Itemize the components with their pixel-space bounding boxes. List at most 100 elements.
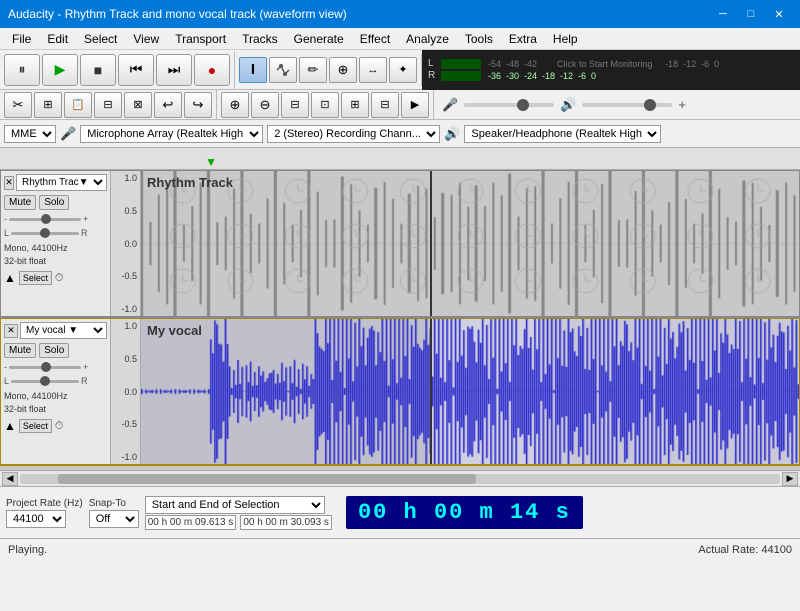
copy-button[interactable]: ⊞ (34, 92, 62, 118)
project-rate-select[interactable]: 44100 (6, 510, 66, 528)
sel-end-field[interactable]: 00 h 00 m 30.093 s (240, 515, 332, 530)
vocal-pan-l: L (4, 376, 9, 386)
meter-section: L -54 -48 -42 Click to Start Monitoring … (422, 50, 800, 90)
menu-effect[interactable]: Effect (352, 28, 398, 50)
timeshift-tool[interactable]: ↔ (359, 57, 387, 83)
project-rate-label: Project Rate (Hz) (6, 498, 83, 509)
zoom-fit-h-button[interactable]: ⊞ (341, 92, 369, 118)
zoom-toggle-button[interactable]: ▶ (401, 92, 429, 118)
pause-button[interactable]: ⏸ (4, 54, 40, 86)
timeline-ruler: ▼ 0 15 30 ▼ ▼ (0, 148, 800, 170)
menu-analyze[interactable]: Analyze (398, 28, 457, 50)
output-device-dropdown[interactable]: Speaker/Headphone (Realtek High (464, 125, 661, 143)
multi-tool[interactable]: ✦ (389, 57, 417, 83)
menu-tools[interactable]: Tools (457, 28, 501, 50)
menu-bar: File Edit Select View Transport Tracks G… (0, 28, 800, 50)
host-dropdown[interactable]: MME (4, 125, 56, 143)
menu-edit[interactable]: Edit (39, 28, 76, 50)
record-button[interactable]: ● (194, 54, 230, 86)
rhythm-solo-button[interactable]: Solo (39, 195, 69, 210)
speaker-icon: 🔊 (560, 97, 576, 113)
close-button[interactable]: ✕ (766, 4, 792, 24)
vocal-pan-row: L R (4, 376, 107, 386)
rhythm-time-icon[interactable]: ⏱ (55, 272, 64, 285)
zoom-in-button[interactable]: ⊕ (221, 92, 249, 118)
title-bar: Audacity - Rhythm Track and mono vocal t… (0, 0, 800, 28)
vocal-pan-slider[interactable] (11, 380, 79, 383)
rhythm-canvas (141, 171, 799, 316)
rhythm-track-close[interactable]: ✕ (4, 176, 14, 190)
trim-button[interactable]: ⊟ (94, 92, 122, 118)
scroll-thumb[interactable] (58, 474, 476, 484)
rhythm-waveform: 1.0 0.5 0.0 -0.5 -1.0 Rhythm Track (111, 171, 799, 316)
vocal-mute-button[interactable]: Mute (4, 343, 36, 358)
scroll-track[interactable] (20, 474, 780, 484)
skip-back-button[interactable]: ⏮ (118, 54, 154, 86)
menu-help[interactable]: Help (545, 28, 586, 50)
zoom-out-button[interactable]: ⊖ (251, 92, 279, 118)
zoom-fit-button[interactable]: ⊡ (311, 92, 339, 118)
vocal-arrow-icon[interactable]: ▲ (4, 419, 16, 433)
horizontal-scrollbar: ◀ ▶ (0, 470, 800, 486)
meter-l-label: L (428, 58, 438, 69)
play-button[interactable]: ▶ (42, 54, 78, 86)
rhythm-select-button[interactable]: Select (19, 271, 52, 285)
rhythm-track-controls: ✕ Rhythm Trac▼ Mute Solo - + L (1, 171, 111, 316)
envelope-tool[interactable] (269, 57, 297, 83)
vocal-select-button[interactable]: Select (19, 419, 52, 433)
menu-extra[interactable]: Extra (501, 28, 545, 50)
menu-tracks[interactable]: Tracks (234, 28, 286, 50)
mic-device-icon: 🎤 (60, 126, 76, 142)
minimize-button[interactable]: ─ (710, 4, 736, 24)
vocal-solo-button[interactable]: Solo (39, 343, 69, 358)
scroll-right-button[interactable]: ▶ (782, 472, 798, 486)
skip-forward-button[interactable]: ⏭ (156, 54, 192, 86)
zoom-sel-button[interactable]: ⊟ (281, 92, 309, 118)
menu-view[interactable]: View (125, 28, 167, 50)
vocal-track-close[interactable]: ✕ (4, 324, 18, 338)
maximize-button[interactable]: □ (738, 4, 764, 24)
rhythm-mute-solo: Mute Solo (4, 195, 107, 210)
draw-tool[interactable]: ✏ (299, 57, 327, 83)
menu-select[interactable]: Select (76, 28, 125, 50)
rhythm-track-info: Mono, 44100Hz 32-bit float (4, 242, 107, 267)
selection-area: Start and End of Selection 00 h 00 m 09.… (145, 496, 332, 530)
input-device-dropdown[interactable]: Microphone Array (Realtek High (80, 125, 263, 143)
undo-button[interactable]: ↩ (154, 92, 182, 118)
redo-button[interactable]: ↪ (184, 92, 212, 118)
rhythm-mute-button[interactable]: Mute (4, 195, 36, 210)
scroll-left-button[interactable]: ◀ (2, 472, 18, 486)
menu-transport[interactable]: Transport (167, 28, 234, 50)
selection-type-select[interactable]: Start and End of Selection (145, 496, 325, 514)
menu-generate[interactable]: Generate (286, 28, 352, 50)
rhythm-arrow-icon[interactable]: ▲ (4, 271, 16, 285)
status-bar: Project Rate (Hz) 44100 Snap-To Off Star… (0, 486, 800, 538)
sel-start-field[interactable]: 00 h 00 m 09.613 s (145, 515, 237, 530)
menu-file[interactable]: File (4, 28, 39, 50)
snap-to-select[interactable]: Off (89, 510, 139, 528)
stop-button[interactable]: ■ (80, 54, 116, 86)
rhythm-gain-slider[interactable] (9, 218, 81, 221)
meter-l-bar (441, 59, 481, 69)
cut-button[interactable]: ✂ (4, 92, 32, 118)
vocal-gain-slider[interactable] (9, 366, 81, 369)
zoom-tool[interactable]: ⊕ (329, 57, 357, 83)
vocal-mute-solo: Mute Solo (4, 343, 107, 358)
vocal-time-icon[interactable]: ⏱ (55, 420, 64, 433)
silence-button[interactable]: ⊠ (124, 92, 152, 118)
output-level-control[interactable] (582, 103, 672, 107)
window-controls: ─ □ ✕ (710, 4, 792, 24)
rhythm-track-dropdown[interactable]: Rhythm Trac▼ (16, 174, 107, 191)
vocal-pan-r: R (81, 376, 88, 386)
rhythm-gain-minus: - (4, 214, 7, 224)
actual-rate-label: Actual Rate: 44100 (698, 544, 792, 556)
time-display: 00 h 00 m 14 s (346, 496, 583, 529)
paste-button[interactable]: 📋 (64, 92, 92, 118)
channels-dropdown[interactable]: 2 (Stereo) Recording Chann... (267, 125, 440, 143)
vocal-track-dropdown[interactable]: My vocal ▼ (20, 322, 107, 339)
toolbar-row1: ⏸ ▶ ■ ⏮ ⏭ ● I ✏ ⊕ ↔ ✦ L -54 -48 -42 Clic… (0, 50, 800, 90)
selection-tool[interactable]: I (239, 57, 267, 83)
input-level-control[interactable] (464, 103, 554, 107)
zoom-normal-button[interactable]: ⊟ (371, 92, 399, 118)
rhythm-pan-slider[interactable] (11, 232, 79, 235)
